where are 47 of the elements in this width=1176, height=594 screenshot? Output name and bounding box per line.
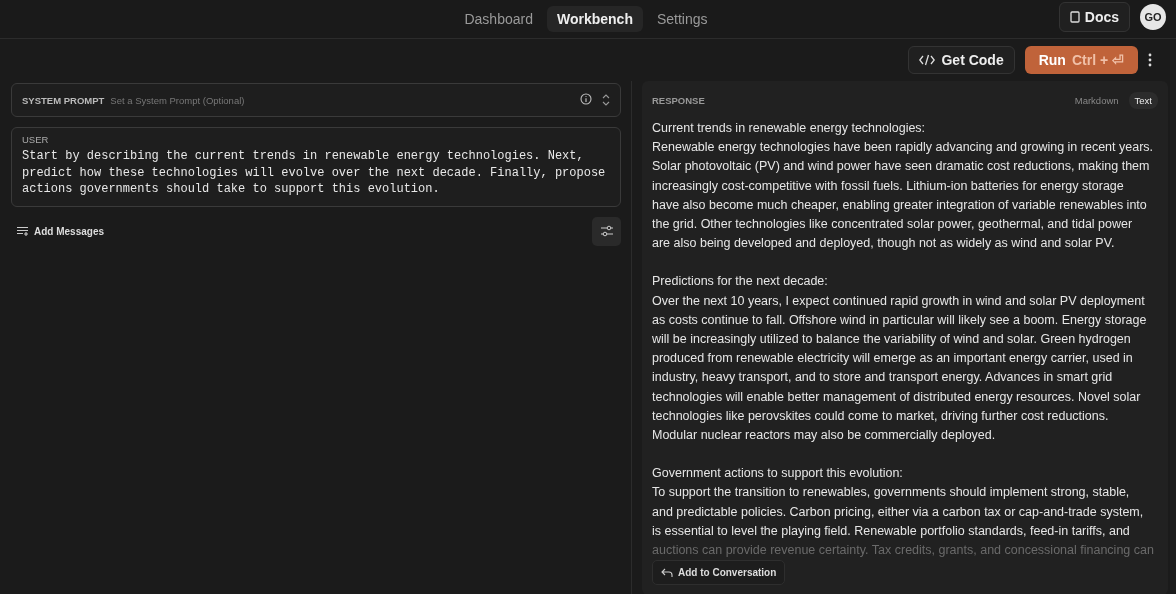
add-messages-button[interactable]: Add Messages	[11, 225, 111, 237]
user-message-text: Start by describing the current trends in renewable energy technologies. Next, predict how these technologies will evolve over the next decade. Finally, propose actions governments should take to support this evolution.	[22, 148, 607, 198]
response-text-line: have also become much cheaper, enabling greater integration of variable renewables into	[652, 196, 1148, 214]
format-toggle[interactable]: Text	[1128, 91, 1158, 109]
response-text-line: increasingly cost-competitive with fossil fuels. Lithium-ion batteries for energy storage	[652, 177, 1125, 195]
nav-tab[interactable]: Workbench	[546, 6, 643, 32]
response-text-line: Government actions to support this evolution:	[652, 465, 904, 483]
response-text-line: the grid. Other technologies like concentrated solar power, geothermal, and tidal power	[652, 216, 1134, 233]
run-button[interactable]: Run Ctrl + ⏎	[1024, 46, 1138, 74]
response-text-line: auctions can provide revenue certainty. Tax credits, grants, and concessional financing can	[652, 542, 1155, 559]
nav-tab[interactable]: Settings	[646, 6, 718, 32]
response-text-line: Current trends in renewable energy technologies:	[652, 120, 927, 137]
book-icon	[1069, 11, 1080, 23]
code-icon	[919, 54, 936, 66]
role-label: USER	[22, 134, 50, 145]
response-text-line: Over the next 10 years, I expect continued rapid growth in wind and solar PV deployment	[652, 292, 1146, 310]
more-icon	[1148, 53, 1152, 67]
response-label: RESPONSE	[652, 94, 705, 106]
response-text-line: technologies will enable better management of distributed energy resources. Novel solar	[652, 388, 1142, 406]
system-prompt-input[interactable]: Set a System Prompt (Optional)	[110, 94, 574, 106]
get-code-button[interactable]: Get Code	[908, 46, 1015, 74]
response-text-line: Solar photovoltaic (PV) and wind power have seen dramatic cost reductions, making them	[652, 158, 1151, 176]
response-text-line: and predictable policies. Carbon pricing, either via a carbon tax or cap-and-trade system,	[652, 503, 1145, 521]
settings-sliders-button[interactable]	[592, 216, 621, 246]
reply-arrow-icon	[661, 567, 673, 578]
docs-button[interactable]: Docs	[1058, 2, 1130, 32]
info-icon[interactable]	[580, 93, 592, 105]
response-text-line: industry, heavy transport, and to store and transport energy. Advances in smart grid	[652, 369, 1114, 387]
response-text-line: Predictions for the next decade:	[652, 273, 829, 291]
nav-tab[interactable]: Dashboard	[454, 6, 543, 32]
response-text-line: To support the transition to renewables, governments should implement strong, stable,	[652, 484, 1131, 502]
response-text-line: is essential to level the playing field. Renewable portfolio standards, feed-in tariffs, and	[652, 522, 1131, 540]
response-text-line: are also being developed and deployed, though not as widely as wind and solar PV.	[652, 235, 1116, 253]
format-toggle[interactable]: Markdown	[1068, 91, 1125, 109]
user-avatar[interactable]: GO	[1140, 4, 1166, 30]
user-message-box[interactable]	[11, 127, 621, 207]
sliders-icon	[599, 225, 614, 237]
response-text-line: Modular nuclear reactors may also be commercially deployed.	[652, 427, 997, 445]
response-text-line: produced from renewable electricity will emerge as an important energy carrier, used in	[652, 350, 1134, 368]
response-text-line: will be increasingly utilized to balance the variability of wind and solar. Green hydrogen	[652, 331, 1132, 349]
expand-icon[interactable]	[602, 93, 610, 107]
system-prompt-label: SYSTEM PROMPT	[22, 94, 105, 106]
response-text-line: technologies like perovskites could come to market, driving further cost reductions.	[652, 407, 1110, 425]
response-text-line: as costs continue to fall. Offshore wind in particular will likely see a boom. Energy storage	[652, 311, 1148, 329]
list-add-icon	[17, 226, 29, 236]
response-text-line: Renewable energy technologies have been rapidly advancing and growing in recent years.	[652, 139, 1155, 157]
add-to-conversation-button[interactable]: Add to Conversation	[652, 560, 786, 585]
